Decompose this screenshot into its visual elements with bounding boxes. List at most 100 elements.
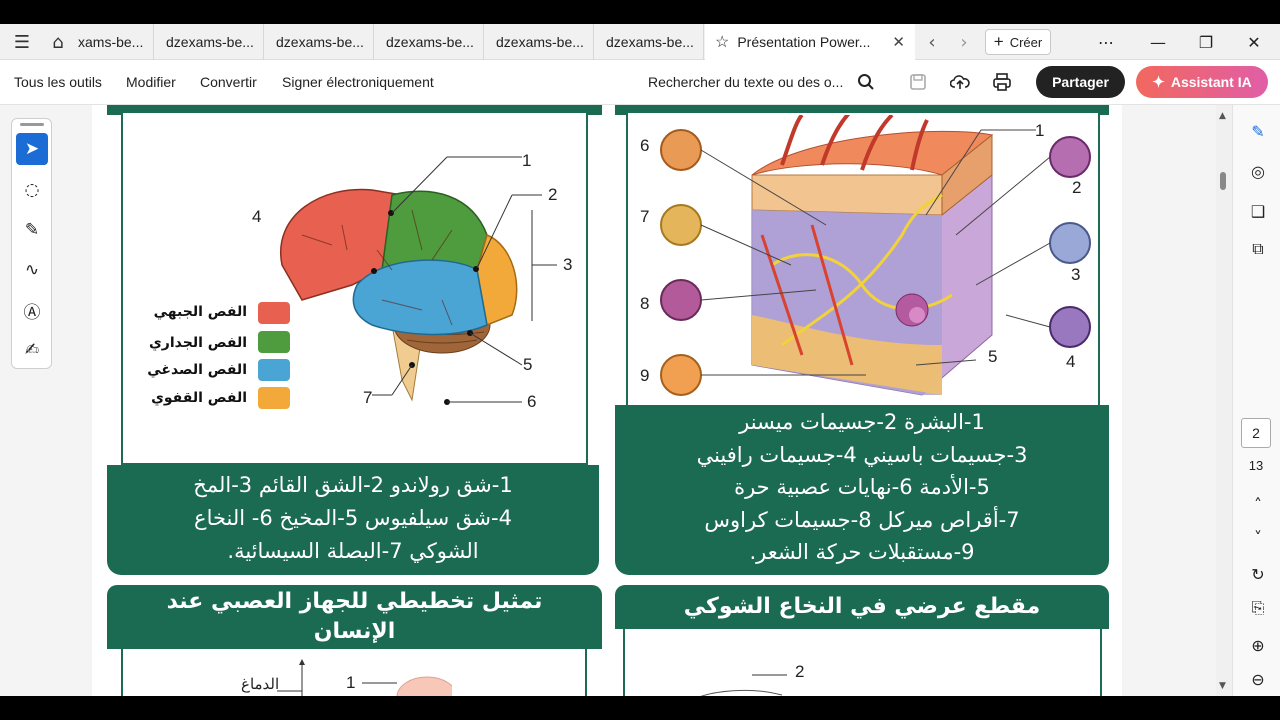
sign-menu[interactable]: Signer électroniquement [282, 74, 434, 90]
legend-swatch-parietal [258, 331, 290, 353]
skin-number-1: 1 [1035, 121, 1045, 140]
search-field[interactable]: Rechercher du texte ou des o... [648, 74, 843, 90]
copy-pages-icon[interactable]: ⧉ [1245, 236, 1271, 262]
freehand-draw-icon[interactable]: ∿ [16, 254, 48, 286]
skin-number-4: 4 [1066, 352, 1076, 371]
select-cursor-icon[interactable]: ➤ [16, 133, 48, 165]
brain-caption-line-1: 1-شق رولاندو 2-الشق القائم 3-المخ [193, 473, 513, 497]
brain-caption-line-3: الشوكي 7-البصلة السيسائية. [227, 539, 479, 563]
chevron-left-icon[interactable]: ‹ [914, 24, 950, 60]
sign-pen-icon[interactable]: ✍ [16, 334, 48, 366]
vertical-scrollbar[interactable]: ▲ ▼ [1216, 105, 1232, 696]
scrollbar-thumb[interactable] [1220, 172, 1226, 190]
document-page: 1 2 3 4 5 6 7 الفص الجبهي الفص الجداري ا… [92, 105, 1122, 696]
pen-icon[interactable]: ✎ [16, 214, 48, 246]
skin-number-9: 9 [640, 366, 650, 385]
chevron-up-icon[interactable]: ˄ [1245, 491, 1271, 517]
edit-menu[interactable]: Modifier [126, 74, 176, 90]
tab-label: Présentation Power... [737, 34, 871, 50]
current-page-input[interactable]: 2 [1241, 418, 1271, 448]
brain-caption: 1-شق رولاندو 2-الشق القائم 3-المخ 4-شق س… [107, 465, 599, 575]
skin-caption-line-4: 7-أقراص ميركل 8-جسيمات كراوس [704, 507, 1020, 532]
spinal-cord-number-2: 2 [795, 662, 805, 681]
more-icon[interactable]: ⋯ [1086, 24, 1126, 60]
refresh-icon[interactable]: ↻ [1245, 561, 1271, 587]
scroll-down-icon[interactable]: ▼ [1219, 681, 1226, 691]
text-box-icon[interactable]: Ⓐ [16, 294, 48, 326]
bottom-black-bar [0, 696, 1280, 720]
ai-assistant-label: Assistant IA [1170, 74, 1252, 90]
spinal-cord-title: مقطع عرضي في النخاع الشوكي [615, 585, 1109, 629]
skin-number-8: 8 [640, 294, 650, 313]
skin-caption-line-2: 3-جسيمات باسيني 4-جسيمات رافيني [696, 442, 1028, 467]
nervous-system-title-line-2: الإنسان [313, 619, 396, 644]
share-button[interactable]: Partager [1036, 66, 1125, 98]
menu-icon[interactable]: ☰ [4, 24, 40, 60]
tab-label: xams-be... [78, 34, 144, 50]
skin-number-3: 3 [1071, 265, 1081, 284]
tab-label: dzexams-be... [276, 34, 364, 50]
skin-number-2: 2 [1072, 178, 1082, 197]
zoom-out-icon[interactable]: ⊖ [1245, 666, 1271, 692]
page-settings-icon[interactable]: ⎘ [1245, 595, 1271, 621]
tool-palette: ➤ ◌ ✎ ∿ Ⓐ ✍ [11, 118, 52, 369]
legend-label-occipital: الفص القفوي [151, 390, 247, 406]
skin-receptor-callouts [660, 129, 1091, 396]
nervous-system-partial-diagram [277, 659, 452, 696]
brain-number-3: 3 [563, 255, 573, 274]
comment-icon[interactable]: ◌ [16, 174, 48, 206]
skin-caption: 1-البشرة 2-جسيمات ميسنر 3-جسيمات باسيني … [615, 405, 1109, 575]
tab-6[interactable]: dzexams-be... [594, 24, 704, 60]
create-button[interactable]: + Créer [985, 29, 1051, 55]
maximize-icon[interactable]: ❐ [1186, 24, 1226, 60]
convert-menu[interactable]: Convertir [200, 74, 257, 90]
comment-panel-icon[interactable]: ◎ [1245, 158, 1271, 184]
tab-2[interactable]: dzexams-be... [154, 24, 264, 60]
tab-label: dzexams-be... [496, 34, 584, 50]
chevron-right-icon[interactable]: › [946, 24, 982, 60]
close-window-icon[interactable]: ✕ [1234, 24, 1274, 60]
nervous-system-title: تمثيل تخطيطي للجهاز العصبي عند الإنسان [107, 585, 602, 649]
star-icon[interactable]: ☆ [715, 32, 729, 52]
upload-cloud-icon[interactable] [946, 68, 974, 96]
tab-5[interactable]: dzexams-be... [484, 24, 594, 60]
brain-number-4: 4 [252, 207, 262, 226]
skin-caption-line-5: 9-مستقبلات حركة الشعر. [749, 540, 975, 564]
brain-number-2: 2 [548, 185, 558, 204]
brain-number-7: 7 [363, 388, 373, 407]
ai-assistant-button[interactable]: ✦ Assistant IA [1136, 66, 1268, 98]
tab-1[interactable]: xams-be... [78, 24, 154, 60]
tab-4[interactable]: dzexams-be... [374, 24, 484, 60]
zoom-in-icon[interactable]: ⊕ [1245, 632, 1271, 658]
spinal-cord-partial-diagram [700, 674, 787, 696]
skin-number-6: 6 [640, 136, 650, 155]
tab-label: dzexams-be... [606, 34, 694, 50]
plus-icon: + [993, 32, 1004, 51]
save-icon[interactable] [904, 68, 932, 96]
app-window: ☰ ⌂ xams-be... dzexams-be... dzexams-be.… [0, 0, 1280, 720]
skin-caption-line-3: 5-الأدمة 6-نهايات عصبية حرة [734, 475, 990, 499]
skin-number-7: 7 [640, 207, 650, 226]
tab-active[interactable]: ☆ Présentation Power... ✕ [705, 24, 915, 60]
legend-label-frontal: الفص الجبهي [153, 304, 247, 320]
palette-grip[interactable] [20, 123, 44, 126]
minimize-icon[interactable]: — [1138, 24, 1178, 60]
print-icon[interactable] [988, 68, 1016, 96]
tab-bar: ☰ ⌂ xams-be... dzexams-be... dzexams-be.… [0, 24, 1280, 60]
search-icon[interactable] [852, 68, 880, 96]
scroll-up-icon[interactable]: ▲ [1219, 111, 1226, 121]
all-tools-menu[interactable]: Tous les outils [14, 74, 102, 90]
legend-label-temporal: الفص الصدغي [147, 362, 247, 378]
create-label: Créer [1009, 34, 1043, 50]
legend-swatch-occipital [258, 387, 290, 409]
brain-label: الدماغ [241, 676, 280, 693]
brain-number-1: 1 [522, 151, 532, 170]
chevron-down-icon[interactable]: ˅ [1245, 524, 1271, 550]
tab-3[interactable]: dzexams-be... [264, 24, 374, 60]
close-tab-icon[interactable]: ✕ [892, 33, 905, 51]
bookmark-icon[interactable]: ❑ [1245, 198, 1271, 224]
nervous-system-title-line-1: تمثيل تخطيطي للجهاز العصبي عند [166, 589, 543, 614]
home-icon[interactable]: ⌂ [40, 24, 76, 60]
edit-text-icon[interactable]: ✎ [1245, 118, 1271, 144]
nervous-system-number-1: 1 [346, 673, 356, 692]
